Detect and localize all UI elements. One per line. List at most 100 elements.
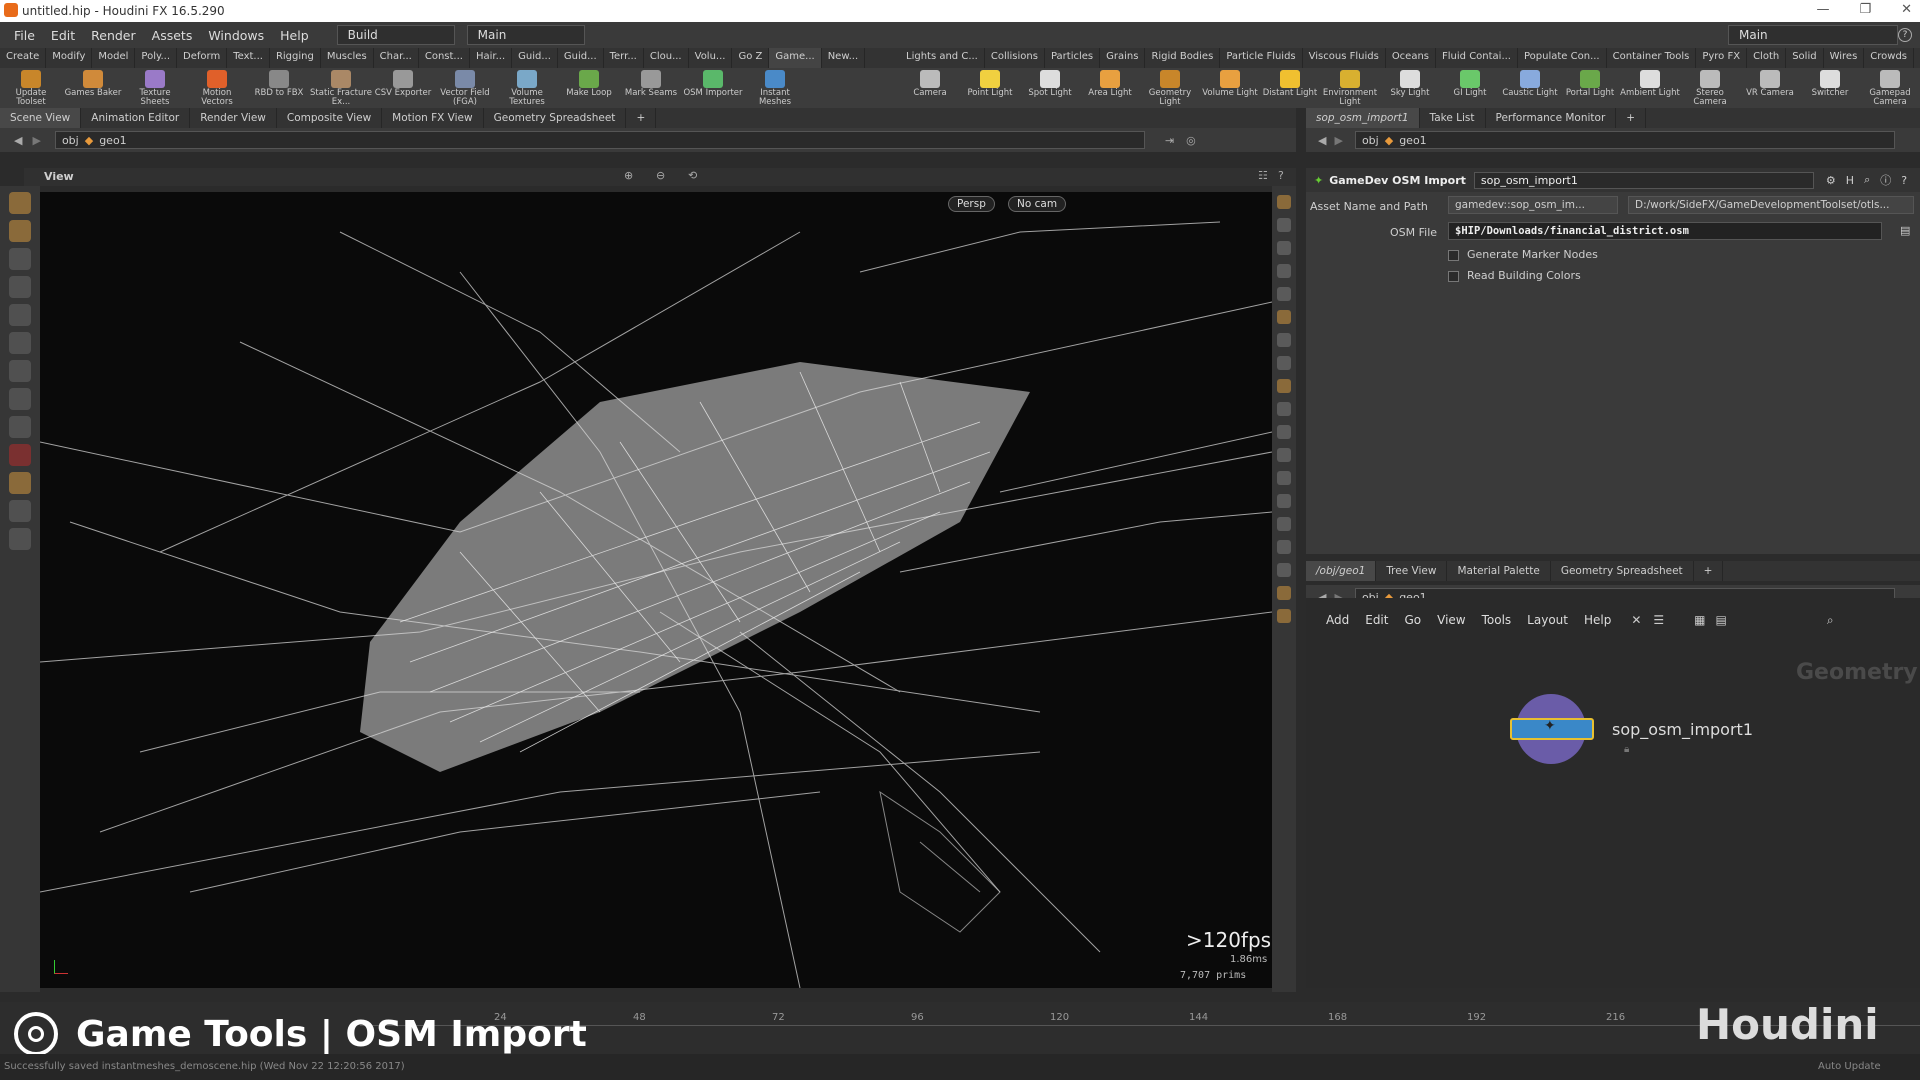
tool-texture-sheets[interactable]: Texture Sheets <box>124 68 186 108</box>
shelf-tab-pyro-fx[interactable]: Pyro FX <box>1696 48 1748 68</box>
tool-switcher[interactable]: Switcher <box>1800 68 1860 108</box>
tool-mark-seams[interactable]: Mark Seams <box>620 68 682 108</box>
pose-tool-icon[interactable] <box>9 388 31 410</box>
shelf-tab-lights-and-c[interactable]: Lights and C... <box>900 48 985 68</box>
shelf-tab-deform[interactable]: Deform <box>177 48 228 68</box>
viewer-path-field[interactable]: obj ◆ geo1 <box>54 131 1145 149</box>
tool-gamepad-camera[interactable]: Gamepad Camera <box>1860 68 1920 108</box>
shelf-tab-create[interactable]: Create <box>0 48 47 68</box>
link-icon[interactable]: ◎ <box>1186 134 1196 147</box>
tab-tree-view[interactable]: Tree View <box>1376 561 1448 581</box>
tab-geometry-spreadsheet-2[interactable]: Geometry Spreadsheet <box>1551 561 1694 581</box>
grid-icon[interactable] <box>1277 517 1291 531</box>
tool-vector-field-fga[interactable]: Vector Field (FGA) <box>434 68 496 108</box>
shelf-tab-new[interactable]: New... <box>822 48 866 68</box>
shelf-tab-particles[interactable]: Particles <box>1045 48 1101 68</box>
snap-tool-icon[interactable] <box>9 416 31 438</box>
net-menu-go[interactable]: Go <box>1404 613 1421 627</box>
shelf-tab-text[interactable]: Text... <box>227 48 270 68</box>
tool-csv-exporter[interactable]: CSV Exporter <box>372 68 434 108</box>
pin-icon[interactable] <box>1277 333 1291 347</box>
auto-update-label[interactable]: Auto Update <box>1818 1061 1881 1072</box>
shelf-tab-model[interactable]: Model <box>92 48 136 68</box>
tool-osm-importer[interactable]: OSM Importer <box>682 68 744 108</box>
tab-obj-geo1[interactable]: /obj/geo1 <box>1306 561 1377 581</box>
gear-icon[interactable]: ⚙ <box>1826 174 1836 187</box>
asset-name-dropdown[interactable]: gamedev::sop_osm_im... <box>1448 196 1618 214</box>
tab-sop-osm-import[interactable]: sop_osm_import1 <box>1306 108 1420 128</box>
shelf-tab-poly[interactable]: Poly... <box>135 48 178 68</box>
tab-motion-fx-view[interactable]: Motion FX View <box>382 108 484 128</box>
tab-animation-editor[interactable]: Animation Editor <box>81 108 191 128</box>
help-icon[interactable]: ? <box>1898 28 1912 42</box>
tab-composite-view[interactable]: Composite View <box>277 108 383 128</box>
shelf-tab-hair[interactable]: Hair... <box>470 48 513 68</box>
shelf-tab-particle-fluids[interactable]: Particle Fluids <box>1220 48 1303 68</box>
shelf-tab-crowds[interactable]: Crowds <box>1864 48 1915 68</box>
add-tab-plus-icon[interactable]: + <box>626 108 657 128</box>
background-icon[interactable] <box>1277 540 1291 554</box>
shelf-tab-guid[interactable]: Guid... <box>512 48 558 68</box>
minimize-icon[interactable]: — <box>1816 2 1829 17</box>
magnet-icon[interactable] <box>9 444 31 466</box>
move-tool-icon[interactable] <box>9 276 31 298</box>
tool-geometry-light[interactable]: Geometry Light <box>1140 68 1200 108</box>
camera-safe-icon[interactable] <box>1277 586 1291 600</box>
net-menu-edit[interactable]: Edit <box>1365 613 1388 627</box>
file-browse-icon[interactable]: ▤ <box>1900 224 1910 237</box>
shelf-tab-collisions[interactable]: Collisions <box>985 48 1045 68</box>
tool-caustic-light[interactable]: Caustic Light <box>1500 68 1560 108</box>
maximize-icon[interactable]: ❐ <box>1859 2 1871 17</box>
shelf-tab-container-tools[interactable]: Container Tools <box>1607 48 1697 68</box>
net-menu-layout[interactable]: Layout <box>1527 613 1568 627</box>
shelf-tab-terr[interactable]: Terr... <box>604 48 644 68</box>
menu-file[interactable]: File <box>6 28 43 43</box>
back-arrow-icon[interactable]: ◀ <box>14 134 22 147</box>
point-display-icon[interactable] <box>1277 402 1291 416</box>
brush-tool-icon[interactable] <box>9 220 31 242</box>
camera-dropdown[interactable]: No cam <box>1008 196 1067 212</box>
pointer-tool-icon[interactable] <box>9 248 31 270</box>
tool-volume-light[interactable]: Volume Light <box>1200 68 1260 108</box>
generate-marker-toggle[interactable]: Generate Marker Nodes <box>1448 248 1598 261</box>
node-name-field[interactable]: sop_osm_import1 <box>1473 171 1814 189</box>
shelf-tab-muscles[interactable]: Muscles <box>321 48 374 68</box>
scale-tool-icon[interactable] <box>9 332 31 354</box>
text-abc-icon[interactable] <box>1277 563 1291 577</box>
tool-distant-light[interactable]: Distant Light <box>1260 68 1320 108</box>
shelf-tab-rigid-bodies[interactable]: Rigid Bodies <box>1145 48 1221 68</box>
network-editor[interactable]: Add Edit Go View Tools Layout Help ✕ ☰ ▦… <box>1306 598 1920 988</box>
add-tab-plus-icon[interactable]: + <box>1694 561 1724 581</box>
param-path-field[interactable]: obj ◆ geo1 <box>1354 131 1895 149</box>
handle-tool-icon[interactable] <box>9 360 31 382</box>
wrench-icon[interactable]: ✕ <box>1631 613 1641 627</box>
shelf-tab-oceans[interactable]: Oceans <box>1386 48 1437 68</box>
list-view-icon[interactable]: ▤ <box>1716 613 1727 627</box>
obj-label[interactable]: obj <box>62 134 79 147</box>
read-building-colors-toggle[interactable]: Read Building Colors <box>1448 269 1581 282</box>
marker-icon[interactable] <box>1277 609 1291 623</box>
tool-camera[interactable]: Camera <box>900 68 960 108</box>
tool-static-fracture-ex[interactable]: Static Fracture Ex... <box>310 68 372 108</box>
generate-marker-checkbox[interactable] <box>1448 249 1459 261</box>
zoom-icon[interactable]: ⊕ <box>624 169 633 182</box>
label-icon[interactable] <box>1277 471 1291 485</box>
render-tool-icon[interactable] <box>9 528 31 550</box>
tab-performance-monitor[interactable]: Performance Monitor <box>1486 108 1617 128</box>
shelf-tab-char[interactable]: Char... <box>374 48 419 68</box>
obj-label[interactable]: obj <box>1362 134 1379 147</box>
osm-file-field[interactable]: $HIP/Downloads/financial_district.osm <box>1448 222 1882 240</box>
orbit-icon[interactable]: ⟲ <box>688 169 697 182</box>
shelf-tab-modify[interactable]: Modify <box>46 48 93 68</box>
tool-motion-vectors[interactable]: Motion Vectors <box>186 68 248 108</box>
normal-display-icon[interactable] <box>1277 425 1291 439</box>
display-options-icon[interactable]: ☷ <box>1258 169 1268 182</box>
shelf-tab-solid[interactable]: Solid <box>1786 48 1824 68</box>
shelf-tab-wires[interactable]: Wires <box>1824 48 1865 68</box>
timeline-ruler[interactable] <box>360 1008 1920 1026</box>
add-tab-plus-icon[interactable]: + <box>1616 108 1647 128</box>
menu-render[interactable]: Render <box>83 28 144 43</box>
light-icon[interactable] <box>1277 310 1291 324</box>
desktop-build-select[interactable]: Build <box>336 25 455 45</box>
shelf-tab-go-z[interactable]: Go Z <box>732 48 770 68</box>
